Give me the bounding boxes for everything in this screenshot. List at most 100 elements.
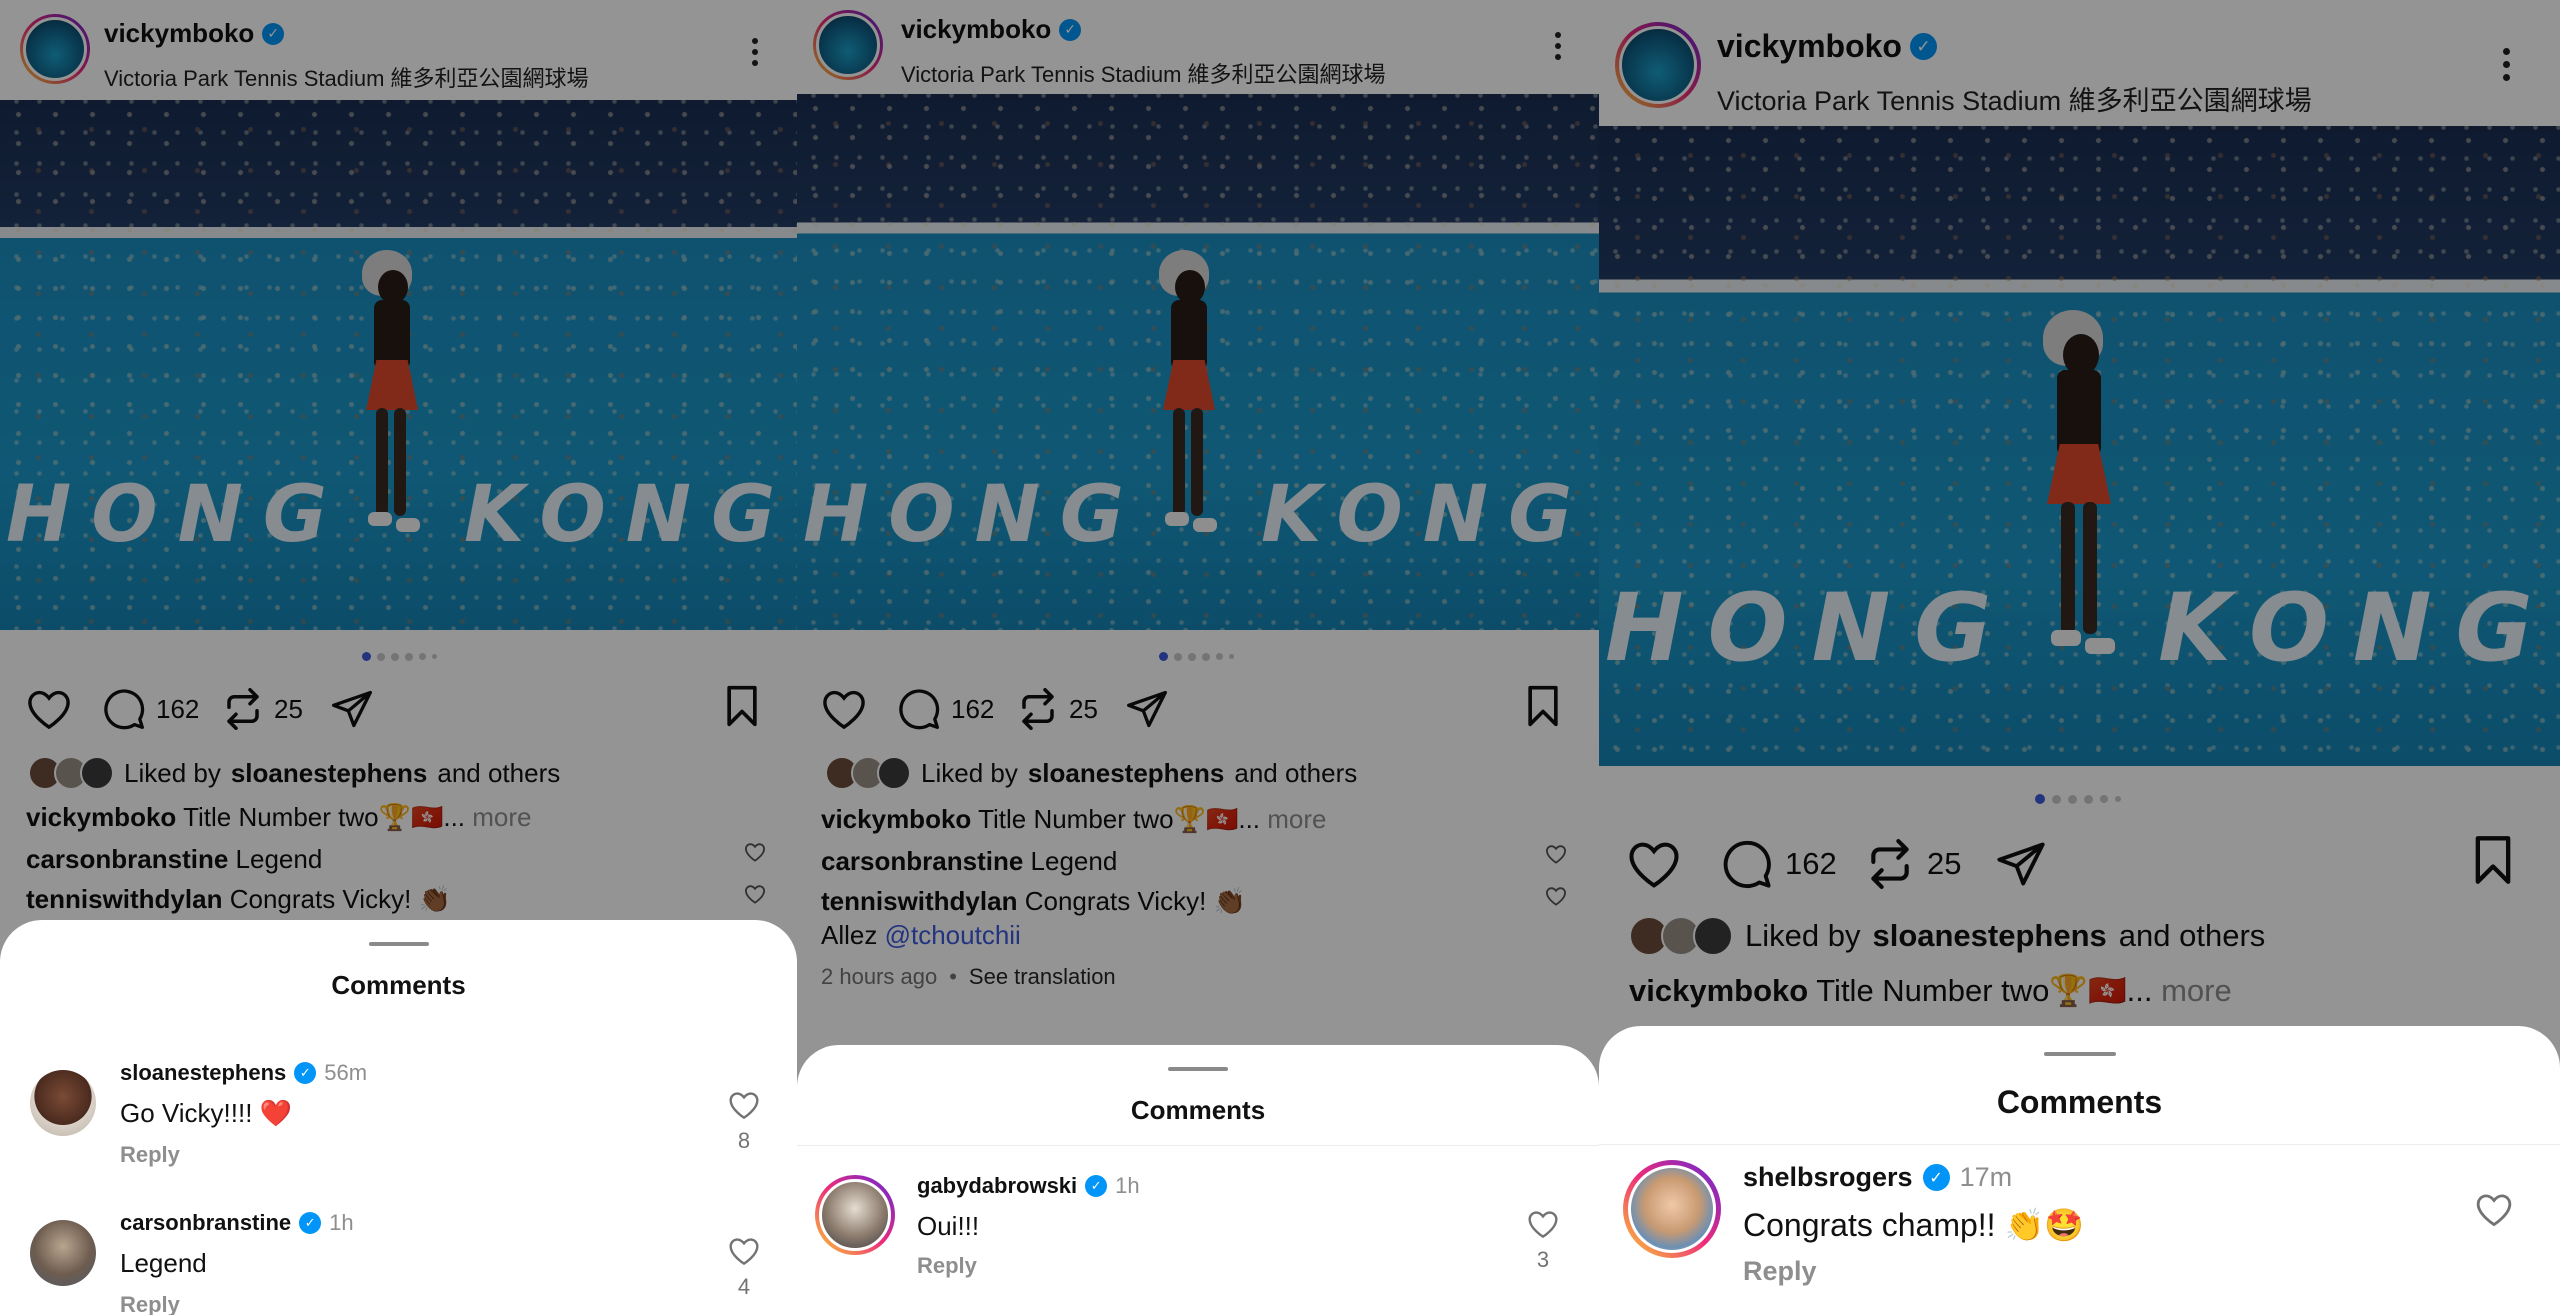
liked-by[interactable]: Liked by sloanestephens and others: [28, 756, 560, 790]
preview-comment-cont: Allez @tchoutchii: [821, 920, 1021, 950]
post-photo[interactable]: HONG KONG: [0, 100, 797, 630]
reply-button[interactable]: Reply: [120, 1142, 180, 1168]
sheet-title: Comments: [331, 970, 466, 1000]
sheet-grabber[interactable]: [2043, 1052, 2116, 1056]
heart-icon[interactable]: [744, 884, 766, 904]
preview-comment: tenniswithdylan Congrats Vicky! 👏🏾: [821, 886, 1246, 916]
carousel-dots: [2035, 794, 2121, 804]
share-button[interactable]: [330, 688, 374, 730]
more-options-icon[interactable]: [1555, 32, 1561, 60]
caption-more-link[interactable]: more: [1267, 804, 1326, 834]
heart-icon: [28, 690, 70, 730]
heart-icon[interactable]: [1545, 886, 1567, 906]
post-caption: vickymboko Title Number two🏆🇭🇰... more: [821, 804, 1327, 834]
commenter-avatar[interactable]: [30, 1070, 96, 1136]
preview-comment: carsonbranstine Legend: [821, 846, 1118, 876]
liked-by[interactable]: Liked by sloanestephens and others: [1629, 916, 2265, 956]
more-options-icon[interactable]: [752, 38, 758, 66]
sheet-title: Comments: [1996, 1084, 2163, 1120]
post-location[interactable]: Victoria Park Tennis Stadium 維多利亞公園網球場: [901, 57, 1386, 89]
panel-3: vickymboko ✓ Victoria Park Tennis Stadiu…: [1599, 0, 2560, 1315]
author-username[interactable]: vickymboko: [104, 18, 254, 49]
commenter-username[interactable]: sloanestephens: [120, 1060, 286, 1086]
verified-icon: ✓: [1085, 1175, 1108, 1197]
caption-more-link[interactable]: more: [2161, 973, 2232, 1008]
commenter-avatar[interactable]: [815, 1175, 895, 1255]
post-location[interactable]: Victoria Park Tennis Stadium 維多利亞公園網球場: [104, 61, 589, 93]
send-icon: [1997, 842, 2045, 886]
verified-icon: ✓: [1909, 33, 1937, 60]
commenter-avatar[interactable]: [1623, 1160, 1721, 1258]
reply-button[interactable]: Reply: [1743, 1256, 1817, 1287]
verified-icon: ✓: [294, 1062, 317, 1084]
repost-icon: [1022, 688, 1054, 730]
reply-button[interactable]: Reply: [917, 1253, 977, 1279]
author-username[interactable]: vickymboko: [901, 14, 1051, 45]
action-bar: 162 25: [1599, 834, 2560, 894]
caption-more-link[interactable]: more: [472, 802, 531, 832]
court-lettering: HONG KONG: [6, 470, 796, 560]
heart-icon[interactable]: [1545, 844, 1567, 864]
send-icon: [1127, 690, 1167, 728]
post-location[interactable]: Victoria Park Tennis Stadium 維多利亞公園網球場: [1717, 79, 2312, 118]
verified-icon: ✓: [299, 1212, 322, 1234]
post-photo[interactable]: HONG KONG: [797, 94, 1599, 630]
see-translation-link[interactable]: See translation: [969, 964, 1116, 990]
repost-button[interactable]: 25: [1865, 839, 1961, 889]
comment-button[interactable]: 162: [897, 687, 994, 731]
save-button[interactable]: [2469, 834, 2517, 891]
like-button[interactable]: [26, 688, 72, 730]
comment-like-button[interactable]: 8: [728, 1090, 760, 1154]
repost-button[interactable]: 25: [1017, 688, 1098, 730]
save-button[interactable]: [1523, 684, 1563, 733]
heart-icon[interactable]: [744, 842, 766, 862]
commenter-avatar[interactable]: [30, 1220, 96, 1286]
comment-count: 162: [1785, 846, 1837, 881]
comment-icon: [899, 689, 940, 730]
sheet-grabber[interactable]: [1168, 1067, 1228, 1071]
comments-sheet: Comments shelbsrogers ✓ 17m Congrats cha…: [1599, 1026, 2560, 1315]
save-button[interactable]: [722, 684, 762, 733]
post-header: vickymboko ✓ Victoria Park Tennis Stadiu…: [0, 0, 797, 100]
mention-link[interactable]: @tchoutchii: [885, 920, 1021, 950]
verified-icon: ✓: [1059, 18, 1082, 41]
commenter-username[interactable]: gabydabrowski: [917, 1173, 1077, 1199]
commenter-username[interactable]: carsonbranstine: [120, 1210, 291, 1236]
repost-button[interactable]: 25: [222, 688, 303, 730]
post-header: vickymboko ✓ Victoria Park Tennis Stadiu…: [797, 0, 1599, 100]
comment-like-button[interactable]: 4: [728, 1236, 760, 1300]
liker-avatars: [1629, 916, 1733, 956]
comment-text: Congrats champ!! 👏🤩: [1743, 1207, 2085, 1243]
heart-icon: [1629, 842, 1679, 888]
heart-icon: [2476, 1194, 2512, 1227]
repost-icon: [1871, 839, 1909, 889]
sheet-grabber[interactable]: [368, 942, 429, 946]
send-icon: [332, 690, 372, 728]
preview-comment: tenniswithdylan Congrats Vicky! 👏🏾: [26, 884, 451, 914]
author-avatar[interactable]: [20, 14, 90, 84]
bookmark-icon: [727, 685, 757, 727]
like-button[interactable]: [1627, 839, 1681, 889]
carousel-dots: [1159, 652, 1234, 661]
repost-icon: [227, 688, 259, 730]
post-timestamp: 2 hours ago: [821, 964, 938, 989]
comment-button[interactable]: 162: [102, 687, 199, 731]
commenter-username[interactable]: shelbsrogers: [1743, 1162, 1913, 1193]
share-button[interactable]: [1125, 688, 1169, 730]
like-button[interactable]: [821, 688, 867, 730]
comment-like-button[interactable]: 3: [1527, 1209, 1559, 1273]
liked-by[interactable]: Liked by sloanestephens and others: [825, 756, 1357, 790]
post-photo[interactable]: HONG KONG: [1599, 126, 2560, 766]
comment-time: 56m: [324, 1060, 368, 1085]
share-button[interactable]: [1995, 839, 2047, 889]
more-options-icon[interactable]: [2503, 48, 2510, 81]
liker-avatars: [28, 756, 114, 790]
repost-count: 25: [1069, 693, 1098, 724]
comment-button[interactable]: 162: [1721, 838, 1837, 890]
verified-icon: ✓: [1922, 1164, 1950, 1191]
reply-button[interactable]: Reply: [120, 1292, 180, 1315]
comment-like-button[interactable]: [2475, 1192, 2513, 1235]
author-avatar[interactable]: [1615, 22, 1701, 108]
author-avatar[interactable]: [813, 10, 883, 80]
author-username[interactable]: vickymboko: [1717, 28, 1902, 65]
